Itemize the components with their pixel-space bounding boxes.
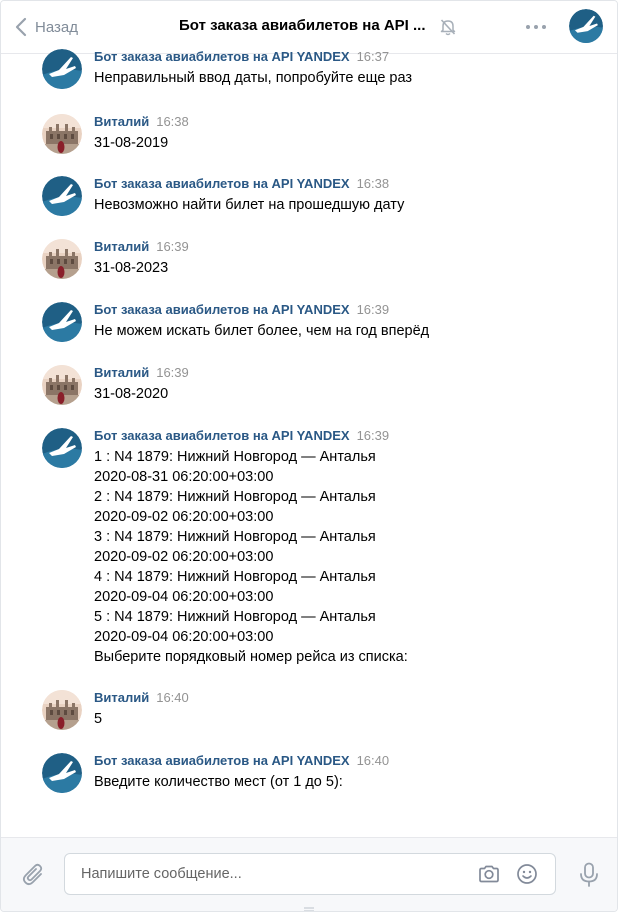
message-line: 2020-08-31 06:20:00+03:00 [94,469,274,485]
message-text: Невозможно найти билет на прошедшую дату [94,195,404,215]
chat-title[interactable]: Бот заказа авиабилетов на API ... [179,17,426,34]
message-text: 1 : N4 1879: Нижний Новгород — Анталья 20… [94,447,408,667]
message-text: Введите количество мест (от 1 до 5): [94,772,343,792]
message-author[interactable]: Виталий [94,365,149,380]
message-author[interactable]: Бот заказа авиабилетов на API YANDEX [94,49,350,64]
message-line: 2020-09-04 06:20:00+03:00 [94,589,274,605]
microphone-icon[interactable] [578,862,600,893]
message-input[interactable]: Напишите сообщение... [64,853,556,895]
user-avatar[interactable] [42,690,82,730]
muted-bell-icon[interactable] [440,18,456,41]
message-line: Выберите порядковый номер рейса из списк… [94,649,408,665]
back-button[interactable]: Назад [15,15,78,39]
message-line: 2020-09-04 06:20:00+03:00 [94,629,274,645]
back-label: Назад [35,18,78,36]
message-header: Виталий 16:39 [94,239,189,255]
message-text: 31-08-2023 [94,258,168,278]
message-line: Невозможно найти билет на прошедшую дату [94,197,405,213]
message-composer: Напишите сообщение... [1,837,617,911]
message-author[interactable]: Бот заказа авиабилетов на API YANDEX [94,753,350,768]
message-line: 2 : N4 1879: Нижний Новгород — Анталья [94,489,376,505]
smile-icon[interactable] [515,862,539,891]
message-time[interactable]: 16:39 [357,302,390,317]
message-time[interactable]: 16:40 [357,753,390,768]
message-line: 3 : N4 1879: Нижний Новгород — Анталья [94,529,376,545]
message-time[interactable]: 16:39 [156,365,189,380]
message-header: Бот заказа авиабилетов на API YANDEX 16:3… [94,176,389,192]
header-avatar[interactable] [569,9,603,43]
message-line: 31-08-2019 [94,135,169,151]
message-header: Бот заказа авиабилетов на API YANDEX 16:3… [94,49,389,65]
message-time[interactable]: 16:39 [357,428,390,443]
message-time[interactable]: 16:39 [156,239,189,254]
chat-window: Назад Бот заказа авиабилетов на API ... [0,0,618,912]
message-text: Неправильный ввод даты, попробуйте еще р… [94,68,412,88]
message-time[interactable]: 16:37 [357,49,390,64]
message-text: Не можем искать билет более, чем на год … [94,321,429,341]
message-author[interactable]: Бот заказа авиабилетов на API YANDEX [94,302,350,317]
message-time[interactable]: 16:38 [156,114,189,129]
user-avatar[interactable] [42,239,82,279]
message-header: Бот заказа авиабилетов на API YANDEX 16:3… [94,428,389,444]
bot-avatar[interactable] [42,176,82,216]
bot-avatar[interactable] [42,302,82,342]
chevron-left-icon [15,17,27,37]
message-line: Введите количество мест (от 1 до 5): [94,774,343,790]
chat-header: Назад Бот заказа авиабилетов на API ... [1,1,617,54]
message-line: Не можем искать билет более, чем на год … [94,323,430,339]
message-author[interactable]: Бот заказа авиабилетов на API YANDEX [94,428,350,443]
message-text: 31-08-2019 [94,133,168,153]
paperclip-icon[interactable] [22,863,46,892]
message-header: Бот заказа авиабилетов на API YANDEX 16:4… [94,753,389,769]
message-line: 31-08-2020 [94,386,169,402]
message-time[interactable]: 16:40 [156,690,189,705]
message-line: 4 : N4 1879: Нижний Новгород — Анталья [94,569,376,585]
message-line: Неправильный ввод даты, попробуйте еще р… [94,70,413,86]
bot-avatar[interactable] [42,49,82,89]
message-line: 2020-09-02 06:20:00+03:00 [94,509,274,525]
message-text: 31-08-2020 [94,384,168,404]
message-line: 1 : N4 1879: Нижний Новгород — Анталья [94,449,376,465]
resize-grip[interactable] [301,901,317,911]
message-author[interactable]: Виталий [94,114,149,129]
message-line: 5 : N4 1879: Нижний Новгород — Анталья [94,609,376,625]
message-header: Виталий 16:39 [94,365,189,381]
user-avatar[interactable] [42,365,82,405]
camera-icon[interactable] [477,862,501,891]
message-author[interactable]: Виталий [94,239,149,254]
message-author[interactable]: Виталий [94,690,149,705]
bot-avatar[interactable] [42,428,82,468]
message-line: 5 [94,711,103,727]
bot-avatar[interactable] [42,753,82,793]
message-line: 31-08-2023 [94,260,169,276]
message-header: Виталий 16:40 [94,690,189,706]
message-line: 2020-09-02 06:20:00+03:00 [94,549,274,565]
user-avatar[interactable] [42,114,82,154]
message-input-placeholder: Напишите сообщение... [81,866,242,882]
message-author[interactable]: Бот заказа авиабилетов на API YANDEX [94,176,350,191]
message-header: Бот заказа авиабилетов на API YANDEX 16:3… [94,302,389,318]
more-dots-icon[interactable] [525,18,547,41]
message-text: 5 [94,709,102,729]
message-header: Виталий 16:38 [94,114,189,130]
message-time[interactable]: 16:38 [357,176,390,191]
